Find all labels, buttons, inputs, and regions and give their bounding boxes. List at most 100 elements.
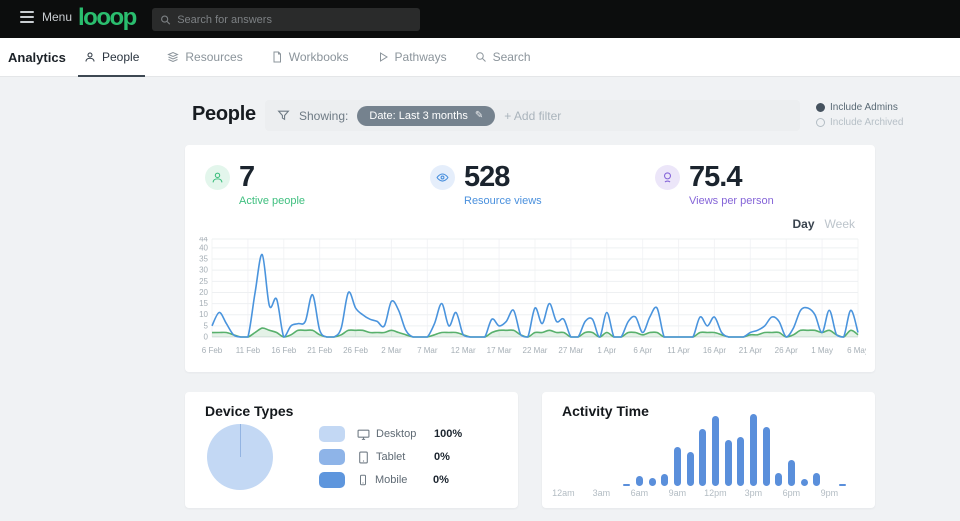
legend-row: Tablet0%	[319, 449, 497, 465]
search-input[interactable]	[177, 14, 412, 26]
svg-text:21 Feb: 21 Feb	[307, 346, 332, 355]
svg-text:10: 10	[199, 310, 208, 319]
include-admins-toggle[interactable]: Include Admins	[816, 102, 903, 113]
axis-tick-label: 12pm	[704, 488, 727, 498]
axis-tick-label: 9am	[669, 488, 687, 498]
svg-text:21 Apr: 21 Apr	[739, 346, 762, 355]
tab-label: Resources	[185, 50, 242, 64]
activity-bar	[636, 476, 643, 486]
svg-text:17 Mar: 17 Mar	[487, 346, 512, 355]
pencil-icon[interactable]: ✎	[475, 110, 483, 121]
desktop-icon	[357, 428, 370, 441]
include-archived-toggle[interactable]: Include Archived	[816, 117, 903, 128]
svg-text:1 May: 1 May	[811, 346, 833, 355]
svg-text:16 Feb: 16 Feb	[271, 346, 296, 355]
activity-line-chart: 4440353025201510506 Feb11 Feb16 Feb21 Fe…	[190, 237, 866, 365]
svg-text:1 Apr: 1 Apr	[597, 346, 616, 355]
activity-bar	[725, 440, 732, 486]
page-title: People	[192, 103, 256, 126]
svg-text:5: 5	[204, 321, 209, 330]
device-legend: Desktop100% Tablet0% Mobile0%	[319, 426, 497, 488]
activity-time-card: Activity Time 12am3am6am9am12pm3pm6pm9pm	[542, 392, 875, 508]
tab-search[interactable]: Search	[461, 38, 545, 77]
navbar-section-title: Analytics	[8, 50, 70, 65]
tab-resources[interactable]: Resources	[153, 38, 256, 77]
week-toggle[interactable]: Week	[825, 217, 855, 231]
radio-empty-icon	[816, 118, 825, 127]
svg-text:26 Apr: 26 Apr	[775, 346, 798, 355]
layers-icon	[167, 51, 179, 63]
activity-bar	[801, 479, 808, 486]
interval-toggle: Day Week	[793, 217, 855, 231]
svg-text:11 Apr: 11 Apr	[667, 346, 690, 355]
activity-bar	[649, 478, 656, 486]
search-icon	[475, 51, 487, 63]
stat-value: 7	[239, 162, 305, 192]
stat-active-people: 7 Active people	[205, 162, 305, 207]
axis-tick-label: 6am	[631, 488, 649, 498]
stat-value: 528	[464, 162, 542, 192]
tab-workbooks[interactable]: Workbooks	[257, 38, 363, 77]
person-icon	[205, 165, 230, 190]
legend-row: Desktop100%	[319, 426, 497, 442]
tablet-icon	[357, 451, 370, 464]
activity-bar	[623, 484, 630, 486]
global-search[interactable]	[152, 8, 420, 31]
mobile-icon	[357, 474, 369, 486]
activity-bar	[737, 437, 744, 486]
activity-bar-chart	[557, 412, 861, 486]
tab-pathways[interactable]: Pathways	[363, 38, 461, 77]
svg-text:6 Apr: 6 Apr	[633, 346, 652, 355]
svg-text:6 May: 6 May	[847, 346, 866, 355]
toggle-group: Include Admins Include Archived	[816, 102, 903, 128]
top-app-bar: Menu looop	[0, 0, 960, 38]
toggle-label: Include Admins	[830, 102, 898, 113]
activity-bar	[712, 416, 719, 486]
activity-bar	[687, 452, 694, 486]
person-outline-icon	[655, 165, 680, 190]
activity-bar	[775, 473, 782, 486]
radio-filled-icon	[816, 103, 825, 112]
svg-text:25: 25	[199, 277, 208, 286]
menu-label: Menu	[42, 10, 72, 24]
svg-text:40: 40	[199, 243, 208, 252]
showing-label: Showing:	[299, 109, 348, 123]
svg-text:7 Mar: 7 Mar	[417, 346, 438, 355]
legend-value: 0%	[434, 451, 450, 463]
legend-value: 0%	[433, 474, 449, 486]
svg-text:16 Apr: 16 Apr	[703, 346, 726, 355]
add-filter-button[interactable]: + Add filter	[504, 109, 561, 123]
looop-logo[interactable]: looop	[78, 4, 136, 32]
hamburger-icon	[20, 11, 34, 23]
svg-text:11 Feb: 11 Feb	[236, 346, 261, 355]
eye-icon	[430, 165, 455, 190]
toggle-label: Include Archived	[830, 117, 903, 128]
stat-label: Active people	[239, 195, 305, 207]
legend-swatch	[319, 426, 345, 442]
legend-value: 100%	[434, 428, 462, 440]
svg-text:30: 30	[199, 266, 208, 275]
stat-label: Resource views	[464, 195, 542, 207]
activity-bar	[763, 427, 770, 486]
activity-bar	[661, 474, 668, 486]
day-toggle[interactable]: Day	[793, 217, 815, 231]
svg-text:0: 0	[204, 333, 209, 342]
menu-button[interactable]: Menu	[20, 10, 72, 24]
legend-label: Desktop	[376, 428, 434, 440]
axis-tick-label: 6pm	[783, 488, 801, 498]
tab-people[interactable]: People	[70, 38, 153, 77]
activity-bar	[674, 447, 681, 486]
legend-label: Mobile	[375, 474, 433, 486]
device-pie-chart	[207, 424, 273, 490]
person-icon	[84, 51, 96, 63]
funnel-icon	[277, 109, 290, 122]
document-icon	[271, 51, 283, 63]
legend-swatch	[319, 449, 345, 465]
stat-resource-views: 528 Resource views	[430, 162, 542, 207]
date-filter-pill[interactable]: Date: Last 3 months ✎	[357, 106, 495, 126]
filter-bar: Showing: Date: Last 3 months ✎ + Add fil…	[265, 100, 800, 131]
tab-label: Workbooks	[289, 50, 349, 64]
axis-tick-label: 3am	[593, 488, 611, 498]
overview-card: 7 Active people 528 Resource views 75.4 …	[185, 145, 875, 372]
axis-tick-label: 9pm	[821, 488, 839, 498]
